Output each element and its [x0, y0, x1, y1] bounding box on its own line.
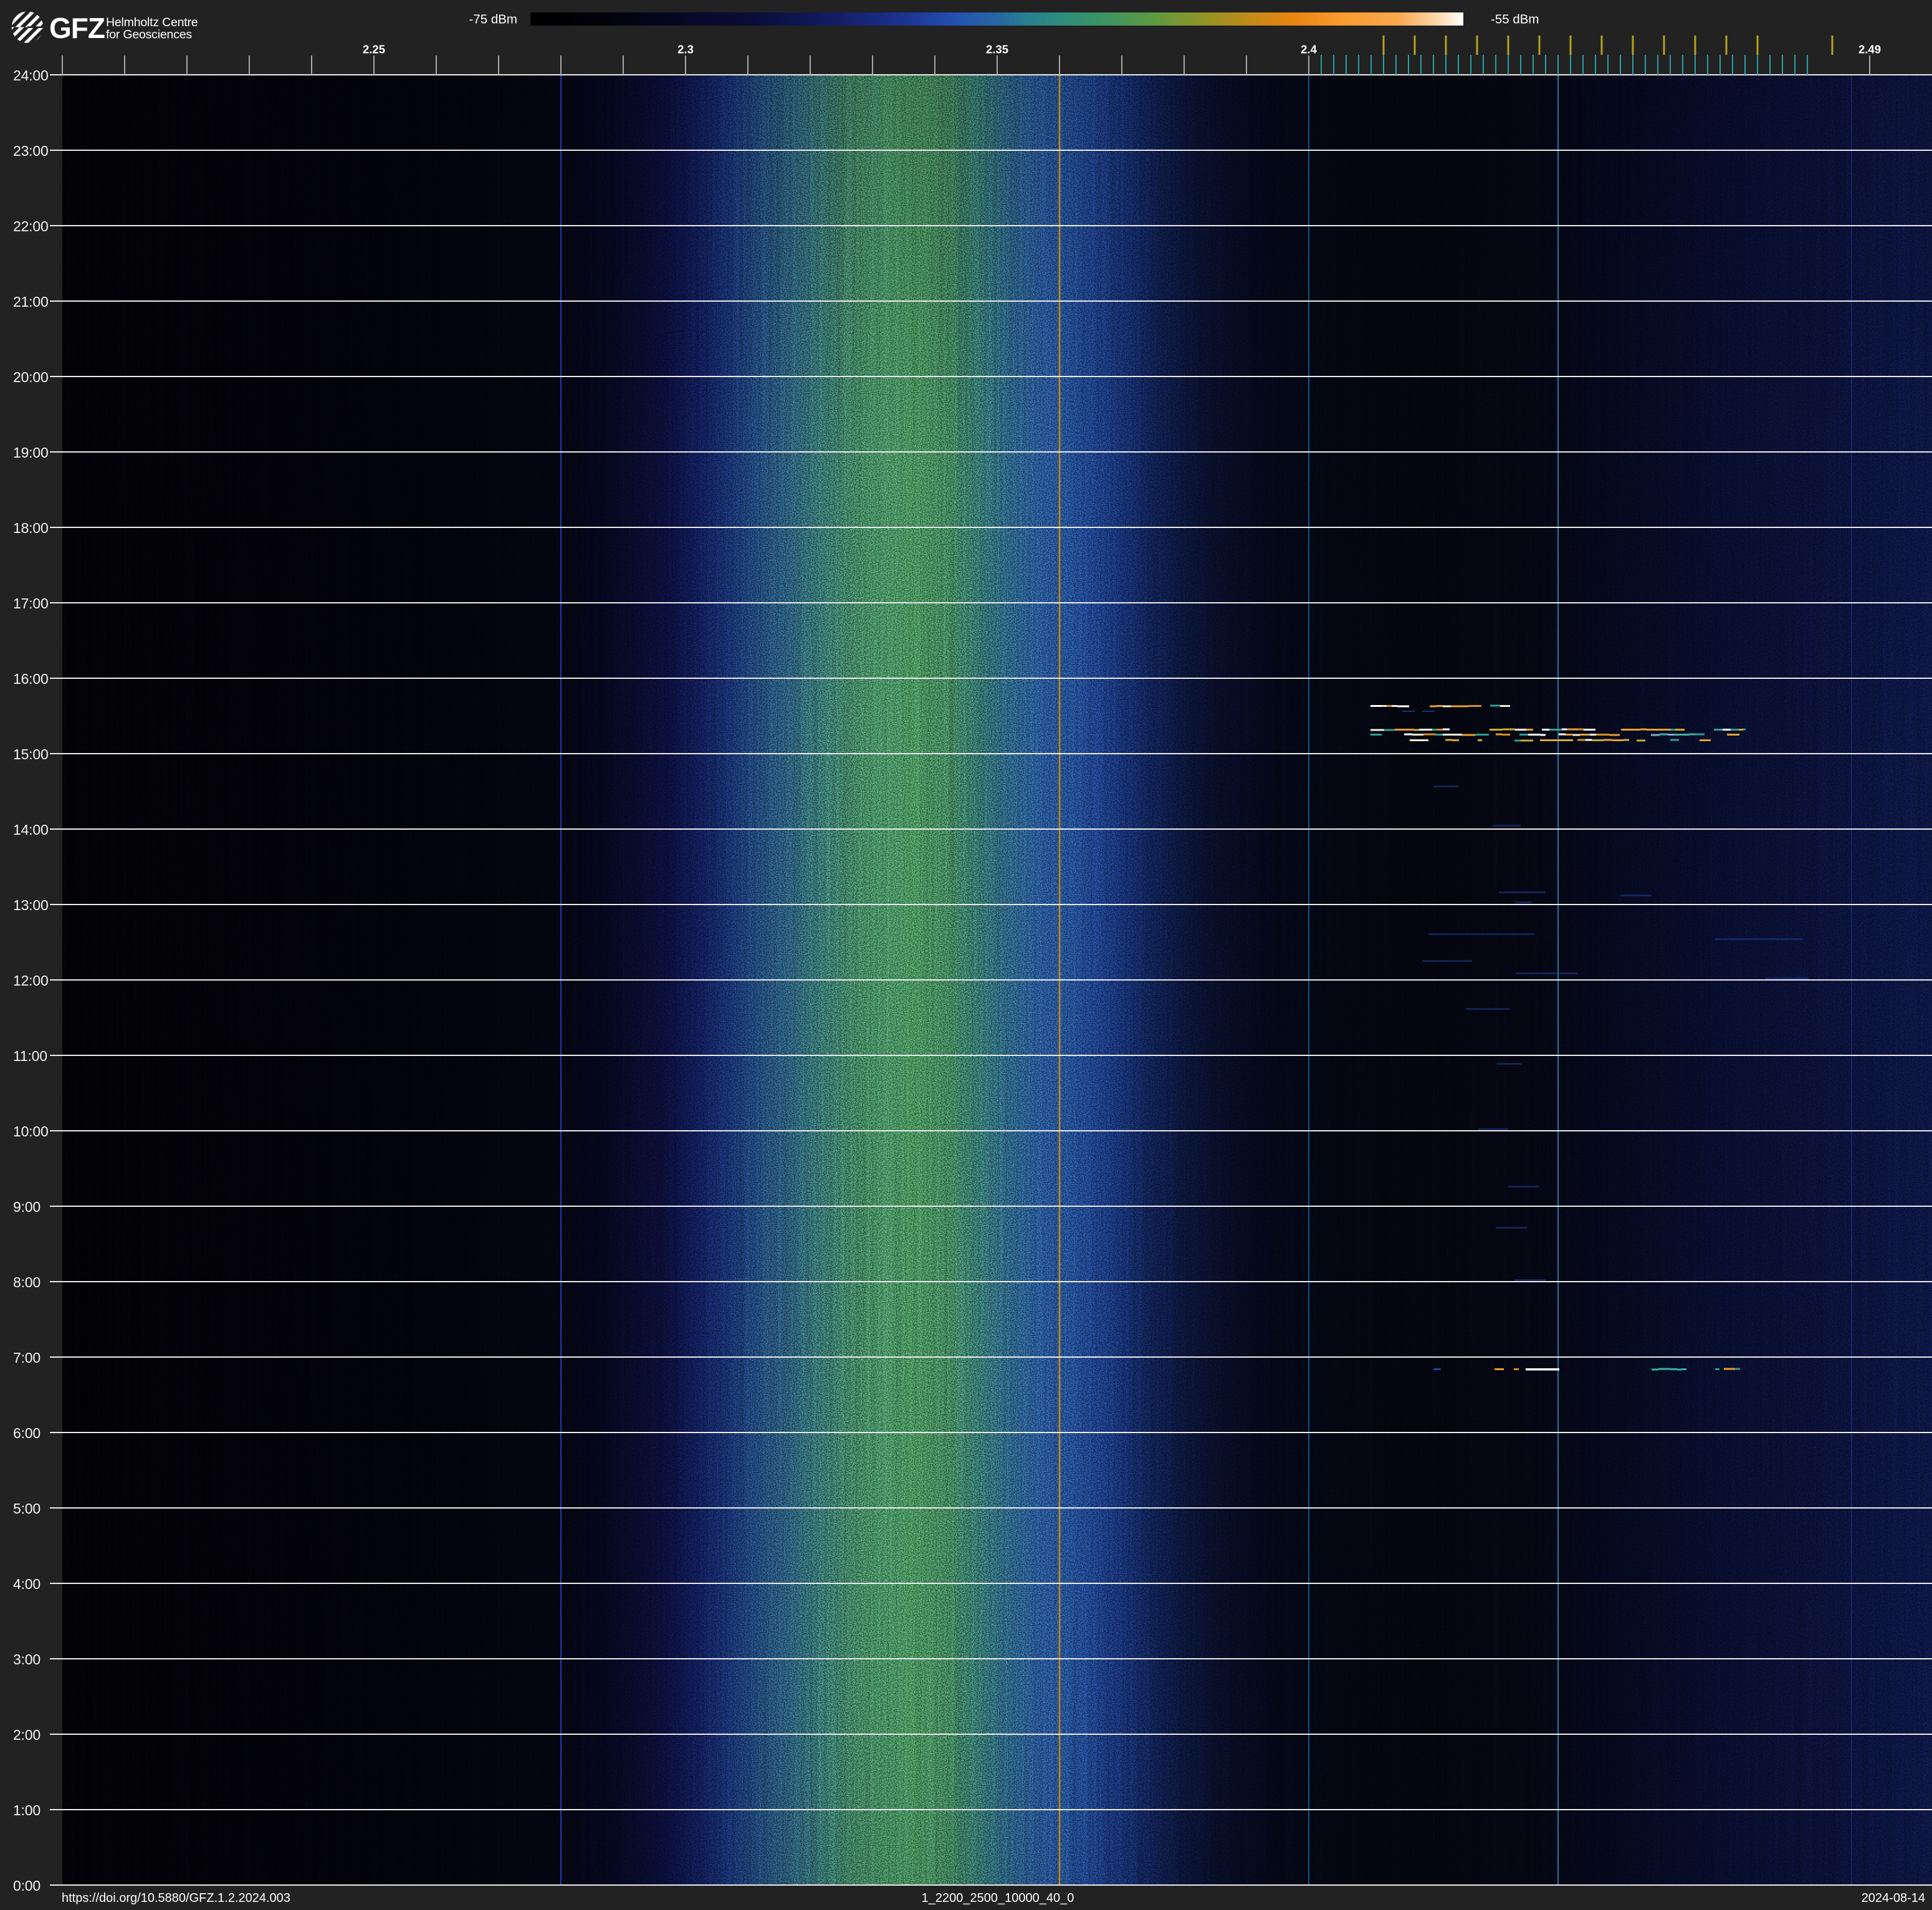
svg-text:6:00: 6:00: [13, 1425, 41, 1441]
svg-text:2:00: 2:00: [13, 1727, 41, 1743]
svg-text:1:00: 1:00: [13, 1802, 41, 1818]
svg-text:11:00: 11:00: [13, 1048, 47, 1064]
svg-text:2.25: 2.25: [363, 43, 385, 56]
svg-text:23:00: 23:00: [13, 143, 49, 159]
svg-text:19:00: 19:00: [13, 444, 49, 461]
svg-text:GFZ: GFZ: [49, 12, 105, 44]
svg-text:for Geosciences: for Geosciences: [106, 28, 192, 42]
svg-text:3:00: 3:00: [13, 1651, 41, 1668]
svg-text:14:00: 14:00: [13, 822, 49, 838]
svg-text:20:00: 20:00: [13, 369, 49, 385]
svg-text:2.35: 2.35: [986, 43, 1008, 56]
svg-text:0:00: 0:00: [13, 1878, 41, 1894]
svg-text:13:00: 13:00: [13, 897, 49, 913]
svg-text:12:00: 12:00: [13, 972, 49, 989]
svg-text:1_2200_2500_10000_40_0: 1_2200_2500_10000_40_0: [922, 1891, 1074, 1905]
svg-text:8:00: 8:00: [13, 1274, 41, 1290]
svg-text:10:00: 10:00: [13, 1123, 49, 1140]
svg-text:https://doi.org/10.5880/GFZ.1.: https://doi.org/10.5880/GFZ.1.2.2024.003: [62, 1891, 290, 1905]
svg-text:18:00: 18:00: [13, 520, 49, 536]
svg-text:2.4: 2.4: [1301, 43, 1317, 56]
svg-text:-75 dBm: -75 dBm: [469, 12, 517, 27]
svg-text:7:00: 7:00: [13, 1350, 41, 1366]
svg-text:-55 dBm: -55 dBm: [1491, 12, 1539, 27]
svg-text:2.3: 2.3: [677, 43, 694, 56]
svg-text:17:00: 17:00: [13, 595, 49, 612]
svg-text:24:00: 24:00: [13, 67, 49, 84]
svg-text:21:00: 21:00: [13, 294, 49, 310]
svg-text:4:00: 4:00: [13, 1576, 41, 1592]
svg-text:22:00: 22:00: [13, 218, 49, 234]
svg-text:5:00: 5:00: [13, 1500, 41, 1517]
svg-text:15:00: 15:00: [13, 746, 49, 762]
svg-text:9:00: 9:00: [13, 1199, 41, 1215]
svg-text:2024-08-14: 2024-08-14: [1862, 1891, 1925, 1905]
svg-text:16:00: 16:00: [13, 671, 49, 687]
svg-text:2.49: 2.49: [1858, 43, 1881, 56]
